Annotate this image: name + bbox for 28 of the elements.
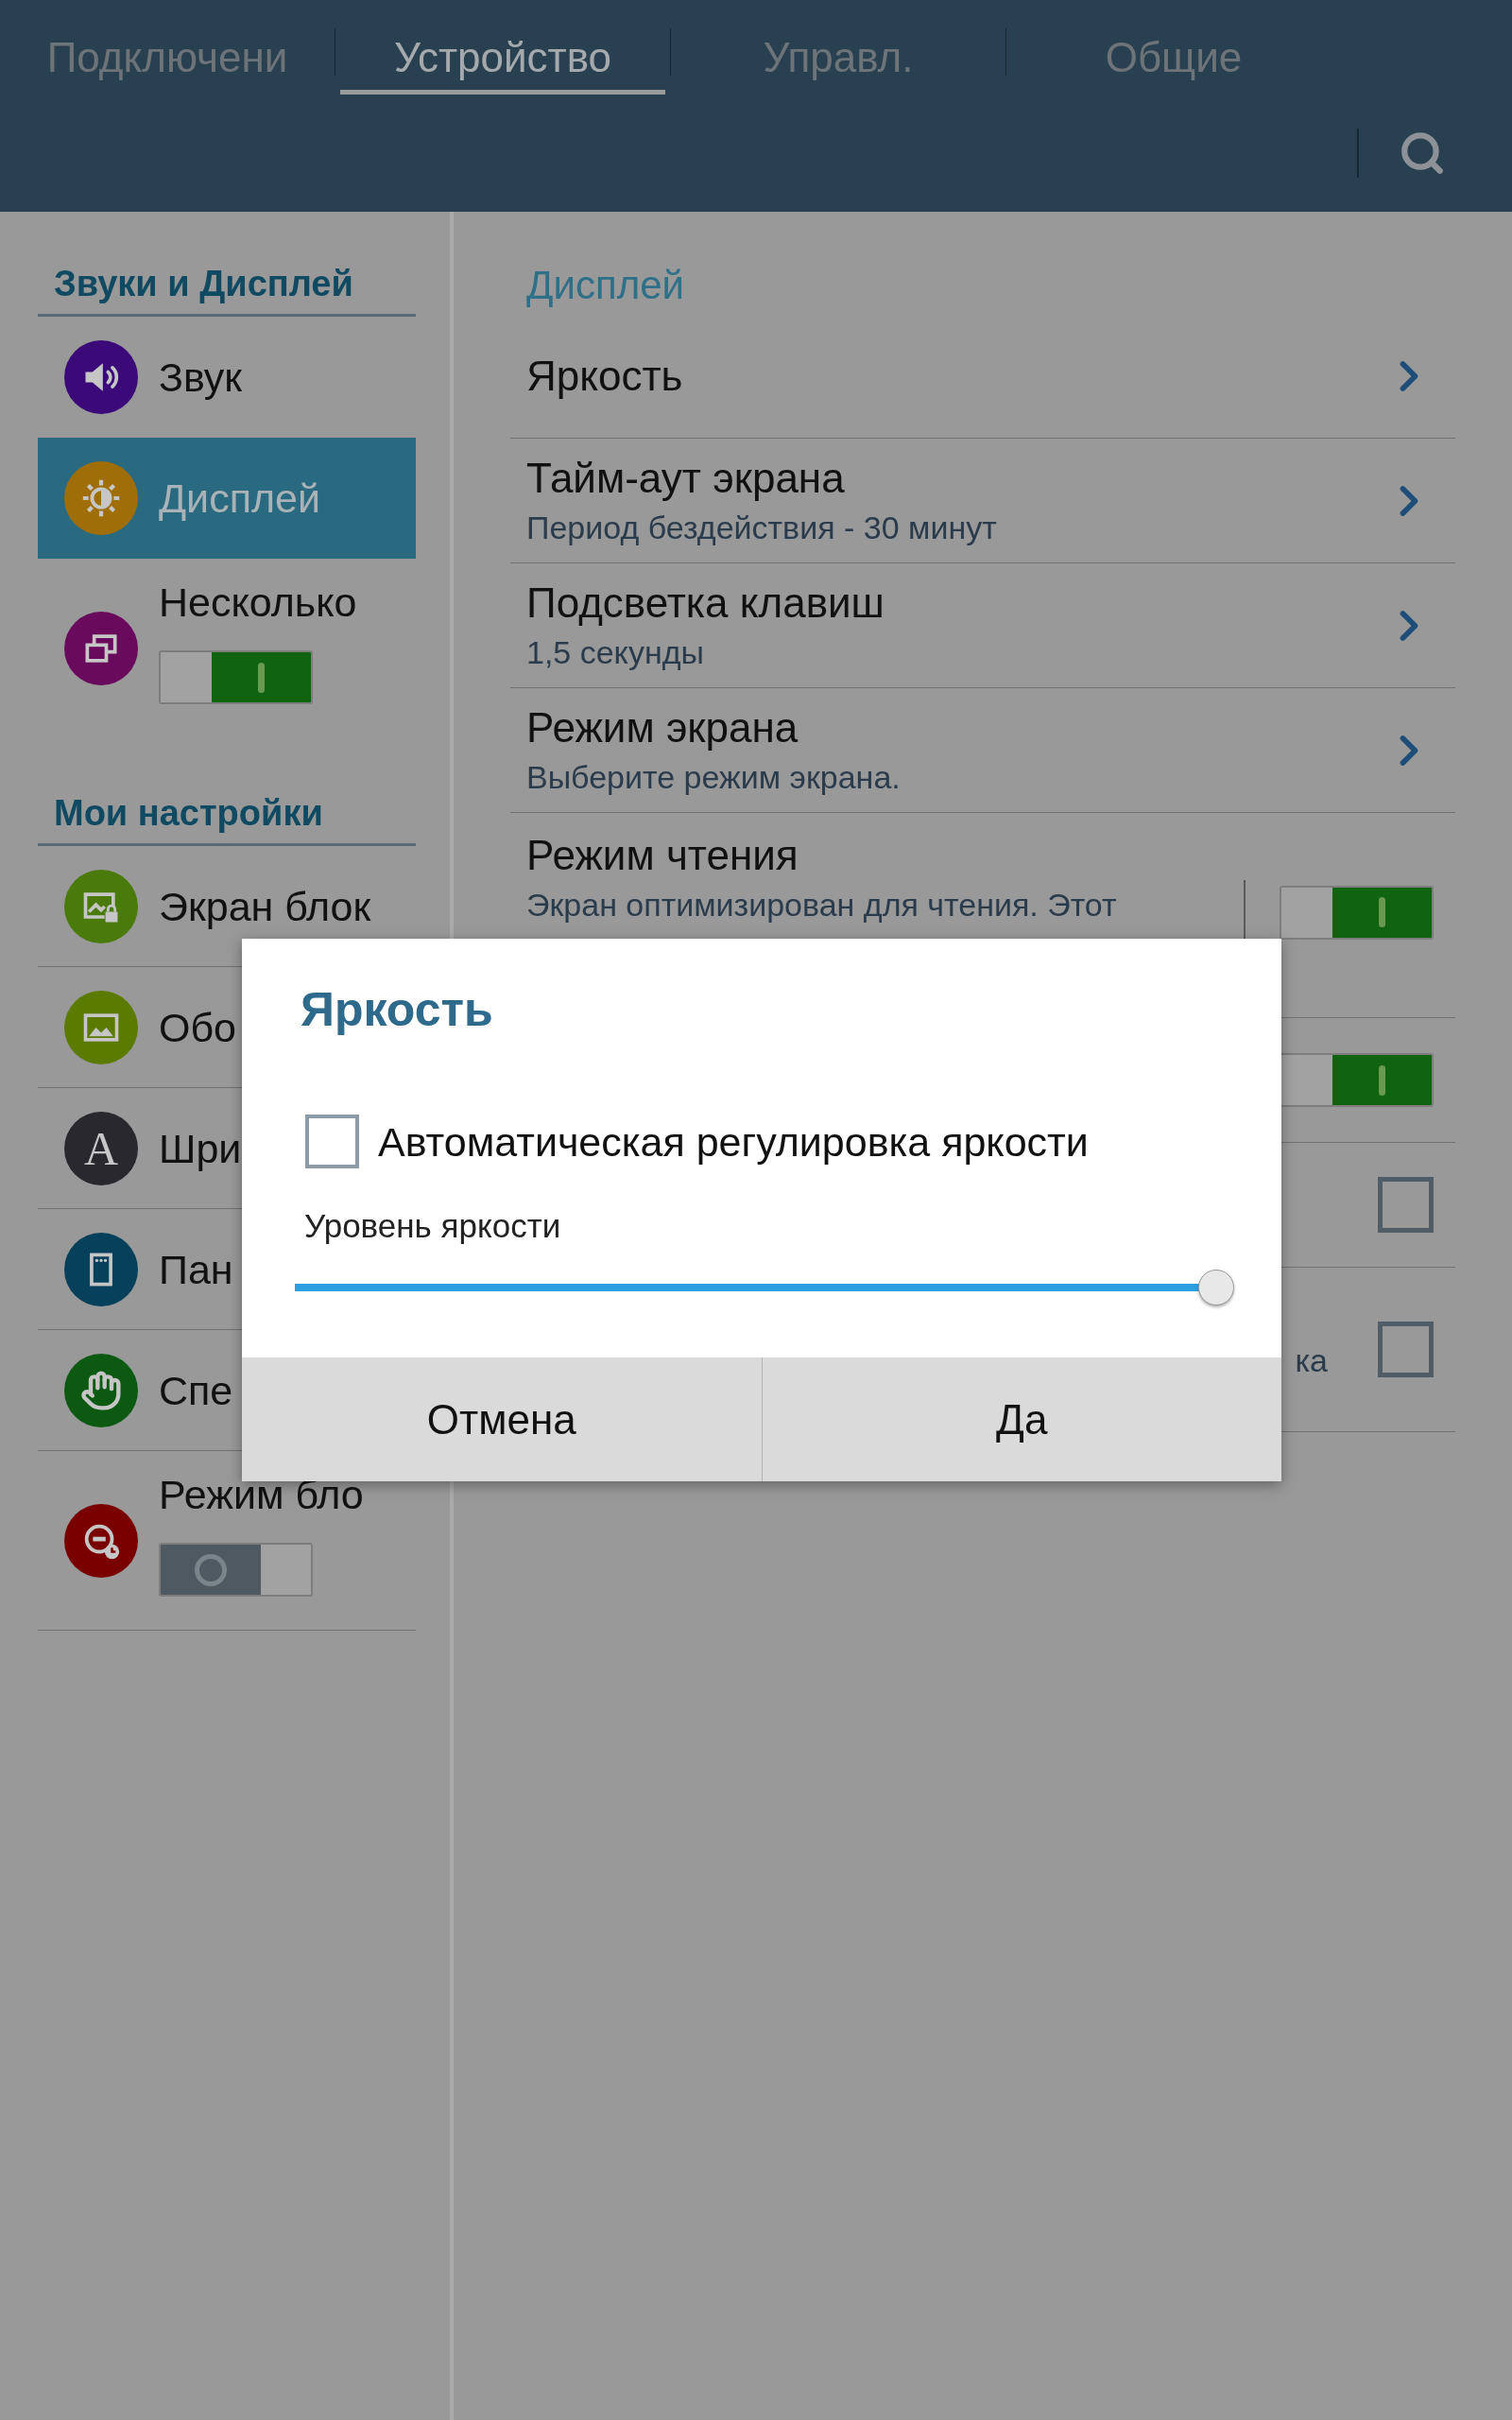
setting-title: Подсветка клавиш <box>526 578 885 628</box>
setting-title: Режим чтения <box>526 831 799 880</box>
toggle-switch[interactable] <box>1280 1053 1434 1107</box>
tab[interactable]: Устройство <box>340 0 665 95</box>
setting-title: Режим экрана <box>526 702 799 752</box>
setting-summary: Экран оптимизирован для чтения. Этот <box>526 886 1118 925</box>
section-header: Дисплей <box>525 262 685 309</box>
sidebar-item[interactable]: Звук <box>38 317 416 438</box>
setting-summary: Выберите режим экрана. <box>526 757 902 797</box>
letter-icon: A <box>64 1111 138 1185</box>
checkbox[interactable] <box>1378 1177 1434 1233</box>
section-header: Звуки и Дисплей <box>38 261 416 317</box>
setting-summary: 1,5 секунды <box>526 632 705 672</box>
section-header: Мои настройки <box>38 790 416 846</box>
setting-title: Тайм-аут экрана <box>526 453 846 503</box>
setting-summary: ка <box>1295 1340 1328 1380</box>
slider-thumb[interactable] <box>1198 1270 1234 1305</box>
toggle-switch[interactable] <box>159 1543 313 1597</box>
setting-title: Яркость <box>526 351 684 401</box>
setting-summary: Период бездействия - 30 минут <box>526 508 998 547</box>
sidebar-item[interactable]: Несколько <box>38 559 416 738</box>
brightness-slider[interactable] <box>295 1269 1234 1306</box>
checkbox[interactable] <box>305 1115 359 1168</box>
dialog-button[interactable]: Да <box>762 1357 1281 1481</box>
toggle-switch[interactable] <box>159 650 313 704</box>
search-icon[interactable] <box>1399 130 1446 177</box>
checkbox[interactable] <box>1378 1322 1434 1377</box>
toggle-switch[interactable] <box>1280 885 1434 940</box>
